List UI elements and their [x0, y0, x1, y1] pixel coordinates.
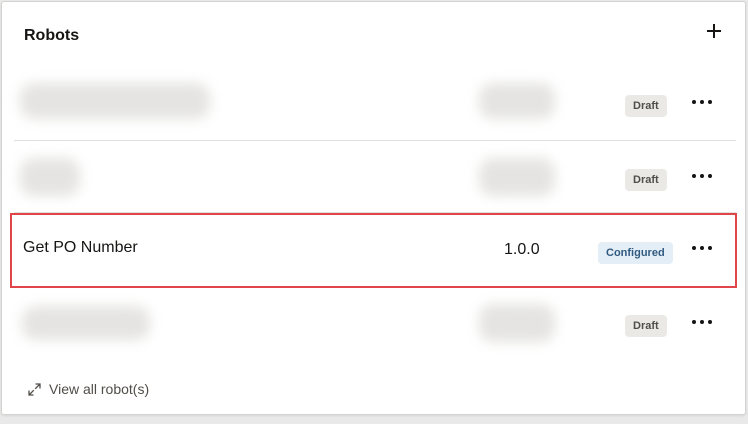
more-actions-button[interactable] [688, 91, 716, 113]
more-icon [692, 174, 696, 178]
blurred-robot-version [479, 83, 555, 119]
blurred-robot-version [479, 304, 555, 342]
more-icon [692, 246, 696, 250]
robot-version: 1.0.0 [504, 241, 540, 258]
status-badge: Draft [625, 169, 667, 191]
blurred-robot-name [20, 158, 80, 196]
expand-icon [28, 382, 41, 396]
add-robot-button[interactable] [701, 18, 727, 44]
robot-name[interactable]: Get PO Number [23, 239, 138, 257]
robot-row[interactable]: Get PO Number 1.0.0 Configured [14, 212, 736, 285]
robot-row[interactable]: Draft [14, 286, 736, 359]
more-icon [692, 320, 696, 324]
more-actions-button[interactable] [688, 311, 716, 333]
view-all-robots-link[interactable]: View all robot(s) [28, 381, 149, 397]
status-badge: Draft [625, 315, 667, 337]
robot-row[interactable]: Draft [14, 67, 736, 140]
robot-row[interactable]: Draft [14, 140, 736, 213]
panel-title: Robots [24, 27, 80, 44]
status-badge: Configured [598, 242, 673, 264]
more-actions-button[interactable] [688, 237, 716, 259]
status-badge: Draft [625, 95, 667, 117]
more-icon [692, 100, 696, 104]
view-all-label: View all robot(s) [49, 381, 150, 397]
more-actions-button[interactable] [688, 165, 716, 187]
blurred-robot-name [20, 83, 210, 119]
blurred-robot-name [22, 306, 150, 340]
blurred-robot-version [479, 158, 555, 196]
